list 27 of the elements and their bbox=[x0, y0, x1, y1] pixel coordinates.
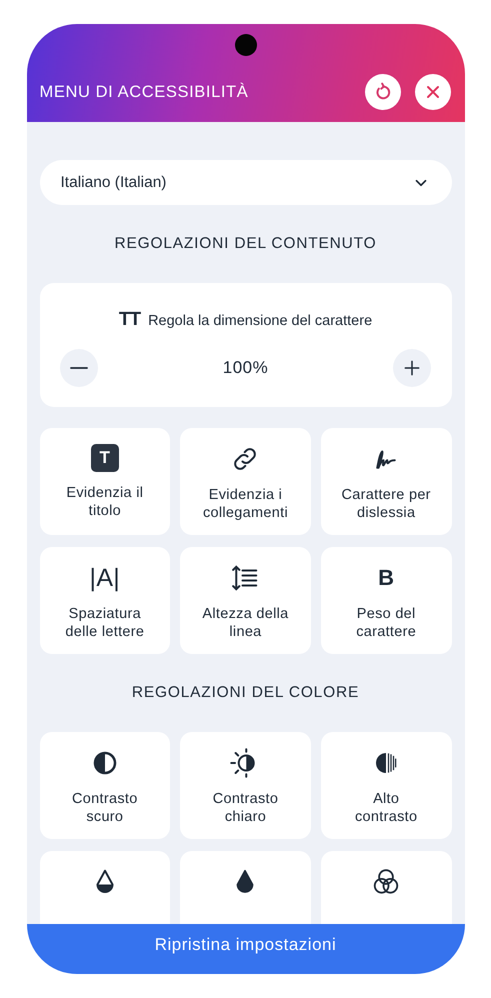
language-dropdown[interactable]: Italiano (Italian) bbox=[40, 160, 452, 205]
heading-icon: T bbox=[90, 444, 119, 472]
option-tile[interactable]: Alto contrasto bbox=[320, 732, 452, 839]
option-tile[interactable]: Contrasto scuro bbox=[40, 732, 170, 839]
section-title: REGOLAZIONI DEL CONTENUTO bbox=[113, 235, 378, 253]
option-tile[interactable]: Contrasto chiaro bbox=[180, 732, 311, 839]
font-size-icon: TT bbox=[118, 309, 140, 331]
option-tile[interactable]: B Peso del carattere bbox=[320, 547, 452, 654]
camera-hole bbox=[234, 34, 256, 56]
plus-icon bbox=[402, 358, 422, 378]
option-tile[interactable]: Evidenzia i collegamenti bbox=[180, 428, 311, 535]
option-tile[interactable]: |A| Spaziatura delle lettere bbox=[40, 547, 170, 654]
decrease-button[interactable] bbox=[60, 349, 98, 387]
bold-icon: B bbox=[378, 563, 394, 593]
reset-button[interactable] bbox=[364, 74, 400, 110]
font-size-label: Regola la dimensione del carattere bbox=[148, 313, 372, 329]
letter-spacing-icon: |A| bbox=[90, 563, 120, 593]
option-tile[interactable]: Altezza della linea bbox=[180, 547, 311, 654]
close-button[interactable] bbox=[414, 74, 450, 110]
reset-settings-button[interactable]: Ripristina impostazioni bbox=[26, 924, 464, 974]
section-title: REGOLAZIONI DEL COLORE bbox=[130, 684, 360, 702]
menu-title: MENU DI ACCESSIBILITÀ bbox=[40, 83, 250, 103]
font-size-value: 100% bbox=[222, 358, 268, 378]
option-tile[interactable]: T Evidenzia il titolo bbox=[40, 428, 170, 535]
increase-button[interactable] bbox=[393, 349, 432, 387]
option-tile[interactable]: Carattere per dislessia bbox=[320, 428, 452, 535]
minus-icon bbox=[70, 366, 88, 370]
